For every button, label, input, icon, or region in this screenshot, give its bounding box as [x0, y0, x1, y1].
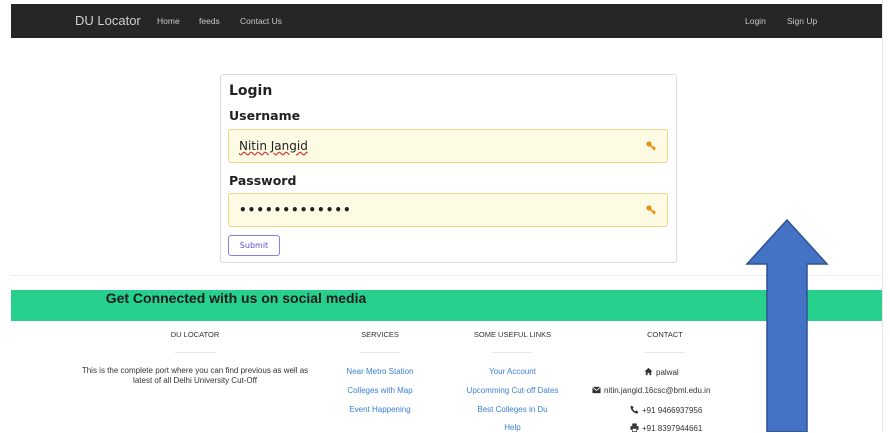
phone-icon — [630, 405, 639, 414]
print-icon — [630, 423, 639, 432]
nav-feeds[interactable]: feeds — [199, 16, 220, 26]
home-icon — [644, 367, 653, 376]
contact-email-text[interactable]: nitin.jangid.16csc@bml.edu.in — [604, 386, 710, 395]
submit-button[interactable]: Submit — [228, 235, 280, 256]
useful-link-cutoff-dates[interactable]: Upcomming Cut-off Dates — [445, 386, 580, 395]
footer-useful-title: SOME USEFUL LINKS — [473, 330, 552, 339]
contact-address-text: palwal — [656, 368, 679, 377]
password-field[interactable]: ••••••••••••• — [228, 193, 668, 227]
footer-services-rule — [360, 352, 400, 353]
key-icon[interactable] — [645, 140, 657, 152]
contact-address: palwal — [644, 367, 679, 377]
scrollbar-track[interactable] — [882, 0, 890, 432]
services-link-metro[interactable]: Near Metro Station — [325, 367, 435, 376]
services-link-events[interactable]: Event Happening — [325, 405, 435, 414]
useful-link-account[interactable]: Your Account — [445, 367, 580, 376]
nav-login[interactable]: Login — [745, 16, 766, 26]
nav-home[interactable]: Home — [157, 16, 180, 26]
useful-link-best-colleges[interactable]: Best Colleges in Du — [445, 405, 580, 414]
footer-about-text: This is the complete port where you can … — [81, 366, 309, 385]
username-value: Nitin Jangid — [239, 139, 308, 153]
contact-phone: +91 9466937956 — [630, 405, 702, 415]
nav-sign-up[interactable]: Sign Up — [787, 16, 817, 26]
footer-about-rule — [175, 352, 215, 353]
nav-contact-us[interactable]: Contact Us — [240, 16, 282, 26]
footer-contact-rule — [645, 352, 685, 353]
footer-contact-title: CONTACT — [647, 330, 683, 339]
password-label: Password — [229, 173, 297, 188]
footer-services-title: SERVICES — [361, 330, 399, 339]
footer-about-title: DU LOCATOR — [170, 330, 220, 339]
key-icon[interactable] — [645, 204, 657, 216]
username-field[interactable]: Nitin Jangid — [228, 129, 668, 163]
envelope-icon — [592, 386, 601, 394]
password-value: ••••••••••••• — [239, 203, 352, 217]
arrow-up — [745, 218, 829, 432]
username-label: Username — [229, 108, 301, 123]
nav-brand[interactable]: DU Locator — [75, 13, 141, 28]
login-title: Login — [229, 83, 273, 99]
contact-phone-text: +91 9466937956 — [642, 406, 703, 415]
left-gutter — [0, 0, 11, 432]
useful-link-help[interactable]: Help — [445, 423, 580, 432]
services-link-map[interactable]: Colleges with Map — [325, 386, 435, 395]
social-heading: Get Connected with us on social media — [105, 290, 367, 306]
contact-email: nitin.jangid.16csc@bml.edu.in — [592, 386, 710, 395]
footer-useful-rule — [492, 352, 532, 353]
login-form: Login Username Nitin Jangid Password •••… — [220, 74, 677, 263]
navbar: DU Locator Home feeds Contact Us Login S… — [11, 4, 882, 38]
